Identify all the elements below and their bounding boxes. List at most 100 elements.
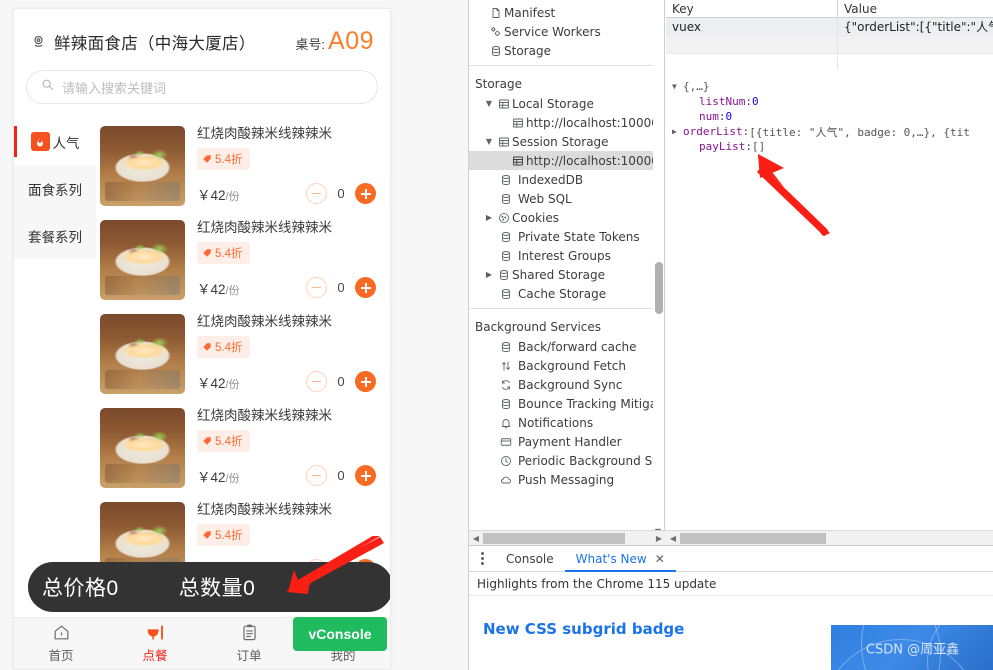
tab-order-food[interactable]: 点餐 <box>108 618 202 669</box>
scroll-left-icon[interactable]: ◀ <box>469 534 483 543</box>
category-item-combo[interactable]: 套餐系列 <box>14 212 96 259</box>
chevron-down-icon[interactable]: ▼ <box>672 82 683 91</box>
sidebar-item-shared-storage[interactable]: ▶ Shared Storage <box>469 265 664 284</box>
sidebar-item-manifest[interactable]: Manifest <box>469 3 664 22</box>
drawer-tabbar: Console What's New ✕ <box>469 546 993 572</box>
chevron-right-icon[interactable]: ▶ <box>672 127 683 136</box>
sidebar-item-local-storage-origin[interactable]: http://localhost:10000/ <box>469 113 664 132</box>
dish-row[interactable]: 红烧肉酸辣米线辣辣米 5.4折 ￥42/份 0 <box>100 400 390 494</box>
dish-thumbnail <box>100 220 185 300</box>
sidebar-item-web-sql[interactable]: Web SQL <box>469 189 664 208</box>
sidebar-item-local-storage[interactable]: ▼ Local Storage <box>469 94 664 113</box>
json-key: listNum <box>699 95 746 108</box>
sidebar-item-push-messaging[interactable]: Push Messaging <box>469 470 664 489</box>
database-icon <box>497 288 514 300</box>
increase-qty-button[interactable] <box>355 371 376 392</box>
value-preview-panel[interactable]: ▼ {,…} listNum : 0 num : 0 ▶ orderList :… <box>666 71 993 526</box>
dish-row[interactable]: 红烧肉酸辣米线辣辣米 5.4折 ￥42/份 0 <box>100 212 390 306</box>
more-options-icon[interactable] <box>469 552 495 565</box>
kv-header-value[interactable]: Value <box>838 0 993 17</box>
dish-footer: ￥42/份 0 <box>197 183 376 204</box>
hscroll-thumb[interactable] <box>483 532 625 544</box>
qty-stepper[interactable]: 0 <box>306 277 376 298</box>
sidebar-item-cookies[interactable]: ▶ Cookies <box>469 208 664 227</box>
json-value: 0 <box>725 110 733 123</box>
json-line-orderlist[interactable]: ▶ orderList : [{title: "人气", badge: 0,…}… <box>672 124 993 139</box>
chevron-down-icon[interactable]: ▼ <box>483 137 495 146</box>
close-icon[interactable]: ✕ <box>655 546 665 572</box>
chevron-right-icon[interactable]: ▶ <box>483 213 495 222</box>
json-separator: : <box>718 110 726 123</box>
sidebar-item-payment-handler[interactable]: Payment Handler <box>469 432 664 451</box>
storage-kv-table[interactable]: Key Value vuex {"orderList":[{"title":"人… <box>666 0 993 70</box>
dish-discount-text: 5.4折 <box>215 342 243 354</box>
dish-list[interactable]: 红烧肉酸辣米线辣辣米 5.4折 ￥42/份 0 红烧肉酸辣米线辣辣米 5.4折 … <box>96 118 390 605</box>
decrease-qty-button[interactable] <box>306 371 327 392</box>
json-key: payList <box>699 140 746 153</box>
dish-discount-badge: 5.4折 <box>197 524 250 546</box>
gears-icon <box>487 25 504 38</box>
increase-qty-button[interactable] <box>355 277 376 298</box>
increase-qty-button[interactable] <box>355 183 376 204</box>
chevron-down-icon[interactable]: ▼ <box>483 99 495 108</box>
sidebar-item-indexeddb[interactable]: IndexedDB <box>469 170 664 189</box>
decrease-qty-button[interactable] <box>306 277 327 298</box>
sidebar-hscrollbar[interactable]: ◀ ▶ <box>469 530 666 545</box>
sidebar-item-notifications[interactable]: Notifications <box>469 413 664 432</box>
sidebar-item-cache-storage[interactable]: Cache Storage <box>469 284 664 303</box>
sidebar-item-background-fetch[interactable]: Background Fetch <box>469 356 664 375</box>
tab-orders[interactable]: 订单 <box>202 618 296 669</box>
sidebar-item-label: Local Storage <box>512 96 594 111</box>
hscroll-thumb[interactable] <box>680 532 826 544</box>
dish-row[interactable]: 红烧肉酸辣米线辣辣米 5.4折 ￥42/份 0 <box>100 306 390 400</box>
dish-name: 红烧肉酸辣米线辣辣米 <box>197 126 332 141</box>
sidebar-item-service-workers[interactable]: Service Workers <box>469 22 664 41</box>
sidebar-scrollbar-thumb[interactable] <box>655 262 663 314</box>
location-pin-icon <box>30 33 47 50</box>
sidebar-item-bounce-tracking[interactable]: Bounce Tracking Mitigatio <box>469 394 664 413</box>
vconsole-button[interactable]: vConsole <box>293 617 387 651</box>
sidebar-item-periodic-background-sync[interactable]: Periodic Background Sync <box>469 451 664 470</box>
hscroll-track[interactable] <box>680 531 993 546</box>
hscroll-track[interactable] <box>483 531 652 546</box>
increase-qty-button[interactable] <box>355 465 376 486</box>
category-item-popular[interactable]: 人气 <box>14 118 96 165</box>
search-input[interactable]: 请输入搜索关键词 <box>26 70 378 104</box>
sidebar-item-session-storage[interactable]: ▼ Session Storage <box>469 132 664 151</box>
kv-empty-row[interactable] <box>666 54 993 70</box>
drawer-tab-whats-new[interactable]: What's New ✕ <box>565 546 676 572</box>
dish-name: 红烧肉酸辣米线辣辣米 <box>197 220 332 235</box>
sidebar-item-private-state-tokens[interactable]: Private State Tokens <box>469 227 664 246</box>
sidebar-item-session-storage-origin[interactable]: http://localhost:10000/ <box>469 151 664 170</box>
decrease-qty-button[interactable] <box>306 465 327 486</box>
dish-price-unit: /份 <box>225 284 240 297</box>
sidebar-scrollbar[interactable]: ▼ <box>653 0 664 545</box>
sidebar-item-label: Storage <box>504 43 551 58</box>
qty-stepper[interactable]: 0 <box>306 183 376 204</box>
document-icon <box>487 7 504 19</box>
kv-header-key[interactable]: Key <box>666 0 838 17</box>
category-label: 面食系列 <box>28 182 82 198</box>
json-separator: : <box>745 140 752 153</box>
kv-empty-row[interactable] <box>666 36 993 54</box>
drawer-tab-console[interactable]: Console <box>495 546 565 572</box>
tab-home[interactable]: 首页 <box>14 618 108 669</box>
kv-row[interactable]: vuex {"orderList":[{"title":"人气","b <box>666 18 993 36</box>
dish-row[interactable]: 红烧肉酸辣米线辣辣米 5.4折 ￥42/份 0 <box>100 118 390 212</box>
decrease-qty-button[interactable] <box>306 183 327 204</box>
qty-stepper[interactable]: 0 <box>306 371 376 392</box>
category-item-noodles[interactable]: 面食系列 <box>14 165 96 212</box>
sidebar-item-bfcache[interactable]: Back/forward cache <box>469 337 664 356</box>
application-sidebar[interactable]: Manifest Service Workers Storage Storage… <box>469 0 665 545</box>
sidebar-item-background-sync[interactable]: Background Sync <box>469 375 664 394</box>
arrows-updown-icon <box>497 360 514 372</box>
scroll-left-icon[interactable]: ◀ <box>666 534 680 543</box>
table-icon <box>509 117 526 129</box>
scroll-right-icon[interactable]: ▶ <box>652 534 666 543</box>
chevron-right-icon[interactable]: ▶ <box>483 270 495 279</box>
preview-hscrollbar[interactable]: ◀ <box>666 530 993 545</box>
sidebar-item-storage[interactable]: Storage <box>469 41 664 60</box>
qty-stepper[interactable]: 0 <box>306 465 376 486</box>
json-root-line[interactable]: ▼ {,…} <box>672 79 993 94</box>
sidebar-item-interest-groups[interactable]: Interest Groups <box>469 246 664 265</box>
